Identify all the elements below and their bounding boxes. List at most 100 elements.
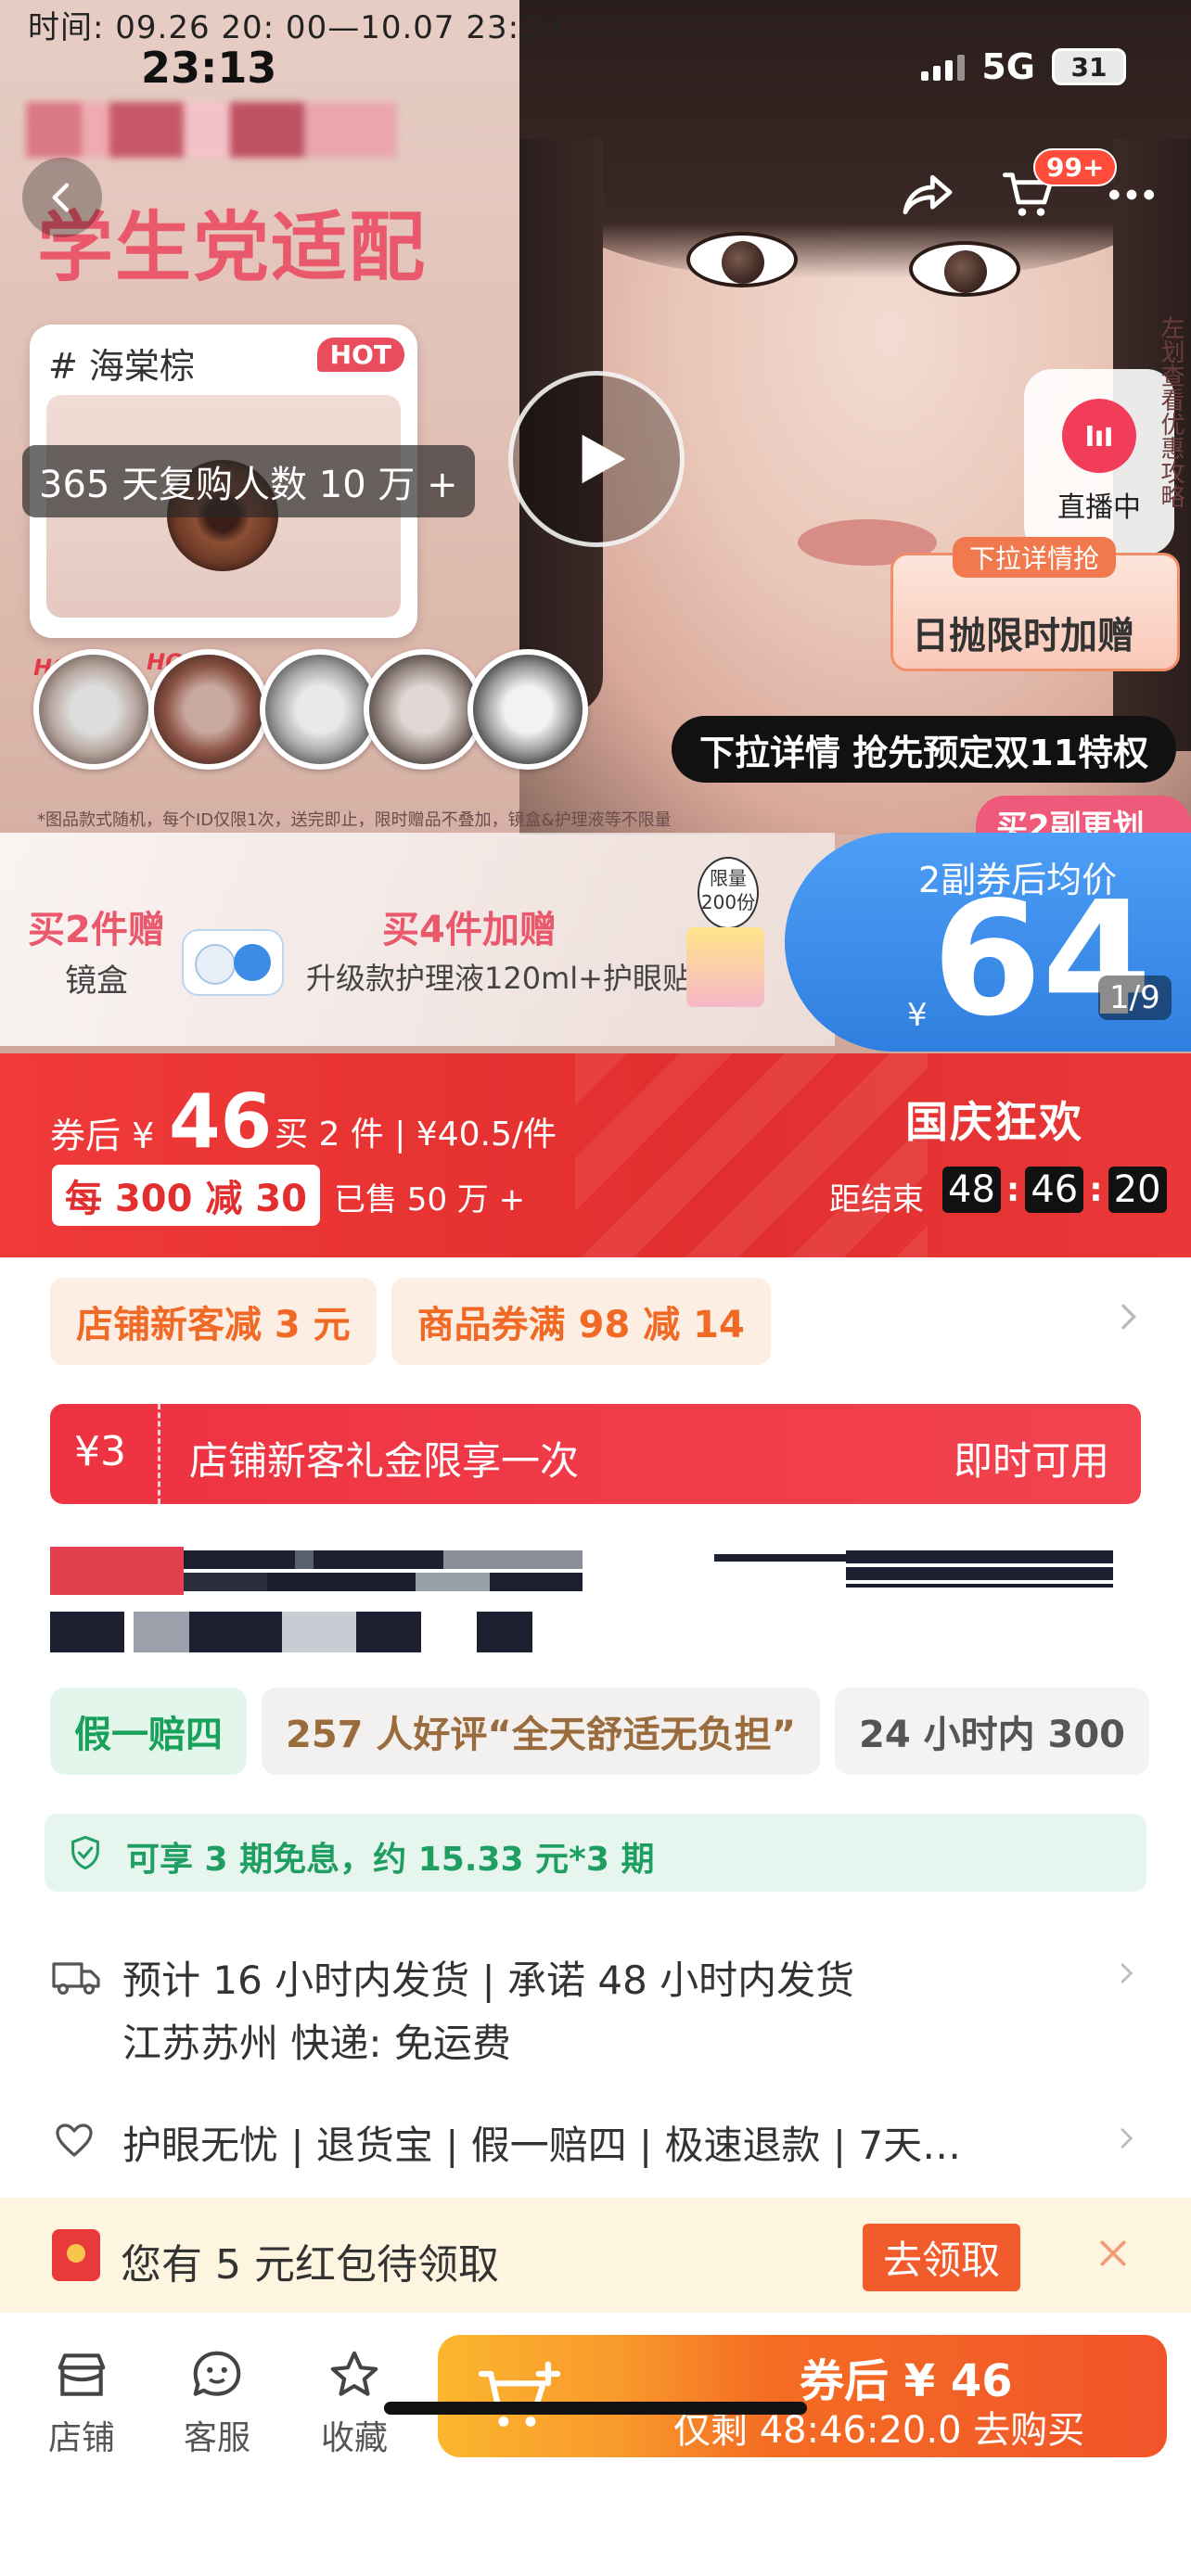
favorite-label: 收藏 (320, 2419, 388, 2457)
guarantee-list: 护眼无忧 | 退货宝 | 假一赔四 | 极速退款 | 7天… (122, 2123, 962, 2168)
color-name: # 海棠棕 (48, 346, 195, 387)
status-indicators: 5G 31 (921, 46, 1126, 87)
live-label: 直播中 (1057, 491, 1141, 524)
share-icon (903, 174, 953, 215)
gift1-sub: 镜盒 (65, 963, 128, 1000)
signal-icon (921, 53, 966, 81)
lens-case-image (182, 929, 284, 996)
swipe-hint: 左划查看优惠攻略 (1157, 315, 1185, 508)
gift-amount: ¥3 (74, 1428, 126, 1475)
coupon-new-customer[interactable]: 店铺新客减 3 元 (50, 1278, 377, 1365)
redacted-brand-logo (26, 102, 397, 158)
customer-service-button[interactable]: 客服 (161, 2346, 273, 2459)
new-customer-gift-banner[interactable]: ¥3 店铺新客礼金限享一次 即时可用 (50, 1404, 1141, 1504)
status-time: 23:13 (141, 43, 277, 93)
more-button[interactable] (1095, 158, 1169, 232)
live-stream-button[interactable]: 直播中 (1024, 369, 1174, 555)
lens-swatch (364, 649, 484, 770)
star-icon (330, 2351, 378, 2396)
more-icon (1109, 189, 1154, 200)
lens-swatch (467, 649, 588, 770)
coupon-product[interactable]: 商品券满 98 减 14 (391, 1278, 771, 1365)
store-icon (58, 2353, 106, 2396)
chevron-right-icon (1121, 2128, 1133, 2149)
gift2-sub: 升级款护理液120ml+护眼贴 (306, 961, 692, 996)
truck-icon (52, 1962, 100, 1995)
guarantee-row[interactable]: 护眼无忧 | 退货宝 | 假一赔四 | 极速退款 | 7天… (50, 2107, 1141, 2172)
pull-promo-card: 下拉详情抢 日抛限时加赠 (890, 537, 1180, 671)
promo-time-range: 时间: 09.26 20: 00—10.07 23:59 (28, 9, 562, 46)
shield-check-icon (71, 1835, 99, 1870)
lens-swatch (260, 649, 380, 770)
gift-text: 店铺新客礼金限享一次 (189, 1438, 580, 1484)
live-icon (1062, 399, 1136, 473)
after-coupon-price: 46 (169, 1078, 273, 1165)
store-label: 店铺 (47, 2419, 115, 2457)
countdown-timer: 48: 46: 20 (942, 1167, 1167, 1213)
discount-chip: 每 300 减 30 (52, 1165, 320, 1226)
timer-minutes: 46 (1025, 1167, 1084, 1213)
gift2-title: 买4件加赠 (382, 909, 557, 951)
event-title: 国庆狂欢 (905, 1097, 1083, 1147)
chevron-right-icon (1121, 1963, 1133, 1983)
gallery-page-indicator: 1/9 (1098, 976, 1172, 1020)
model-eye-left (686, 232, 798, 287)
timer-hours: 48 (942, 1167, 1001, 1213)
model-eye-right (909, 241, 1020, 297)
gift1-title: 买2件赠 (28, 909, 165, 951)
care-solution-image (686, 927, 764, 1007)
red-packet-icon (52, 2229, 100, 2281)
claim-red-packet-button[interactable]: 去领取 (863, 2224, 1021, 2291)
store-button[interactable]: 店铺 (26, 2346, 137, 2459)
pull-promo-text: 日抛限时加赠 (912, 615, 1134, 657)
buy-now-button[interactable]: 券后 ¥ 46 仅剩 48:46:20.0 去购买 (438, 2335, 1167, 2457)
use-now-button[interactable]: 即时可用 (954, 1430, 1109, 1486)
fine-print: *图品款式随机，每个ID仅限1次，送完即止，限时赠品不叠加，镜盒&护理液等不限量 (37, 810, 672, 830)
double11-promo: 下拉详情 抢先预定双11特权 (672, 716, 1177, 783)
cart-button[interactable]: 99+ (992, 148, 1118, 232)
chat-face-icon (193, 2351, 241, 2396)
coupon-row[interactable]: 店铺新客减 3 元 商品券满 98 减 14 (50, 1278, 771, 1365)
pull-promo-tag: 下拉详情抢 (953, 537, 1117, 578)
share-button[interactable] (890, 158, 965, 232)
per-unit-price: 买 2 件 | ¥40.5/件 (275, 1116, 557, 1154)
play-video-button[interactable] (508, 371, 685, 547)
installment-banner[interactable]: 可享 3 期免息，约 15.33 元*3 期 (45, 1814, 1146, 1892)
lens-swatch (148, 649, 269, 770)
hot-chip: HOT (316, 338, 404, 372)
ship-origin: 江苏苏州 快递: 免运费 (122, 2021, 511, 2066)
play-icon (582, 434, 626, 484)
service-label: 客服 (183, 2419, 250, 2457)
tag-shipping-speed[interactable]: 24 小时内 300 (835, 1688, 1150, 1775)
shipping-row[interactable]: 预计 16 小时内发货 | 承诺 48 小时内发货 江苏苏州 快递: 免运费 (50, 1942, 1141, 2081)
top-actions: 99+ (890, 148, 1169, 232)
red-packet-text: 您有 5 元红包待领取 (121, 2241, 499, 2289)
product-tag-row[interactable]: 假一赔四 257 人好评“全天舒适无负担” 24 小时内 300 (50, 1688, 1150, 1775)
chevron-left-icon (52, 183, 70, 212)
tag-fake-compensation[interactable]: 假一赔四 (50, 1688, 247, 1775)
bubble-currency: ¥ (907, 997, 928, 1034)
installment-text: 可享 3 期免息，约 15.33 元*3 期 (126, 1841, 655, 1879)
bottom-action-bar: 店铺 客服 收藏 券后 ¥ 46 仅剩 48:46:20.0 去购买 (0, 2313, 1191, 2576)
ends-label: 距结束 (829, 1181, 924, 1218)
product-gallery[interactable]: 时间: 09.26 20: 00—10.07 23:59 学生党适配 # 海棠棕… (0, 0, 1191, 1053)
back-button[interactable] (22, 158, 102, 237)
after-coupon-label: 券后 ¥ (50, 1116, 155, 1156)
chevron-right-icon[interactable] (1109, 1298, 1146, 1335)
add-to-cart-icon (478, 2361, 561, 2427)
home-indicator (384, 2402, 807, 2415)
timer-seconds: 20 (1108, 1167, 1167, 1213)
repurchase-pill: 365 天复购人数 10 万 + (22, 445, 475, 517)
battery-icon: 31 (1052, 48, 1126, 85)
tag-review-highlight[interactable]: 257 人好评“全天舒适无负担” (262, 1688, 820, 1775)
lens-swatch (33, 649, 154, 770)
ship-estimate: 预计 16 小时内发货 | 承诺 48 小时内发货 (122, 1958, 855, 2003)
price-banner: 券后 ¥ 46 买 2 件 | ¥40.5/件 每 300 减 30 已售 50… (0, 1053, 1191, 1257)
network-type: 5G (981, 46, 1035, 87)
model-hair (519, 0, 1191, 278)
close-icon[interactable] (1095, 2235, 1132, 2272)
heart-icon (56, 2123, 93, 2157)
limit-badge: 限量 200份 (698, 857, 759, 929)
red-packet-bar: 您有 5 元红包待领取 去领取 (0, 2198, 1191, 2313)
sold-count: 已售 50 万 + (334, 1181, 526, 1218)
